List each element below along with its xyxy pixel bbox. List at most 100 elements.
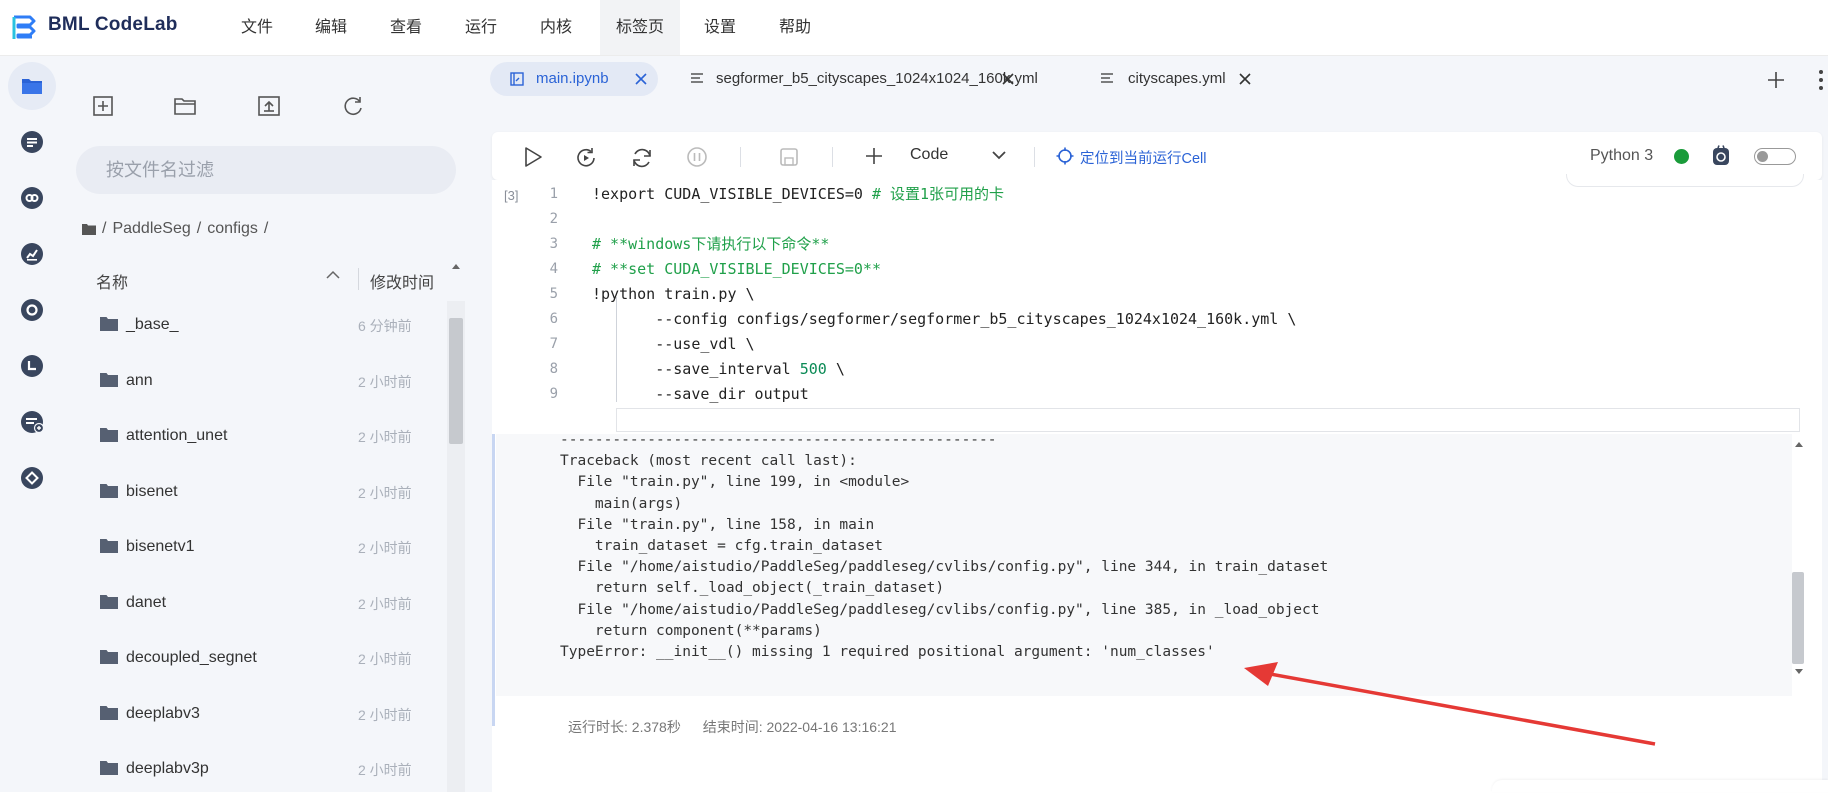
kernel-name[interactable]: Python 3 <box>1590 147 1653 165</box>
breadcrumb-configs[interactable]: configs <box>207 220 258 238</box>
list-icon <box>21 131 43 153</box>
scroll-up-icon[interactable] <box>451 262 461 270</box>
menu-item[interactable]: 编辑 <box>314 0 348 55</box>
file-modified: 2 小时前 <box>358 595 412 612</box>
add-tab-icon[interactable] <box>1766 70 1786 90</box>
tab-segformer-yml[interactable]: segformer_b5_cityscapes_1024x1024_160k.y… <box>678 62 1038 96</box>
rail-visualization[interactable] <box>8 230 56 278</box>
line-number: 7 <box>549 336 558 352</box>
folder-icon <box>100 650 118 664</box>
rail-models[interactable] <box>8 454 56 502</box>
save-icon[interactable] <box>778 146 800 168</box>
annotation-arrow <box>1244 662 1656 746</box>
chevron-down-icon[interactable] <box>992 150 1006 160</box>
file-row[interactable]: bisenetv1 2 小时前 <box>64 521 444 576</box>
debug-toggle[interactable] <box>1754 148 1796 165</box>
chevron-up-icon[interactable] <box>326 270 340 280</box>
line-number: 3 <box>549 236 558 252</box>
line-number: 5 <box>549 286 558 302</box>
restart-run-icon[interactable] <box>574 146 598 170</box>
file-row[interactable]: deeplabv3p 2 小时前 <box>64 743 444 798</box>
close-icon[interactable] <box>1238 72 1252 86</box>
toolbar-divider <box>740 147 741 167</box>
tab-cityscapes-yml[interactable]: cityscapes.yml <box>1086 62 1266 96</box>
output-scroll-thumb[interactable] <box>1792 572 1804 664</box>
rail-history[interactable] <box>8 342 56 390</box>
file-row[interactable]: attention_unet 2 小时前 <box>64 410 444 465</box>
breadcrumb-root[interactable]: / <box>102 220 106 238</box>
new-file-icon[interactable] <box>88 91 118 121</box>
notebook-toolbar: Code 定位到当前运行Cell Python 3 <box>492 132 1822 180</box>
rail-extensions[interactable] <box>8 174 56 222</box>
file-row[interactable]: decoupled_segnet 2 小时前 <box>64 632 444 687</box>
run-duration: 运行时长: 2.378秒 <box>568 719 681 735</box>
file-modified: 2 小时前 <box>358 651 412 667</box>
more-vertical-icon[interactable] <box>1818 68 1824 92</box>
rail-datasets[interactable] <box>8 398 56 446</box>
tab-bar: main.ipynb segformer_b5_cityscapes_1024x… <box>468 56 1828 101</box>
code-token: --config configs/segformer/segformer_b5_… <box>592 310 1297 328</box>
column-modified[interactable]: 修改时间 <box>370 269 434 293</box>
interrupt-icon[interactable] <box>686 146 708 168</box>
refresh-icon[interactable] <box>338 91 368 121</box>
breadcrumb-paddleseg[interactable]: PaddleSeg <box>112 220 190 238</box>
file-row[interactable]: ann 2 小时前 <box>64 355 444 410</box>
upload-icon[interactable] <box>254 91 284 121</box>
filename-filter-input[interactable] <box>76 146 456 194</box>
rail-running[interactable] <box>8 286 56 334</box>
menu-item[interactable]: 运行 <box>464 0 498 55</box>
scroll-up-icon[interactable] <box>1794 440 1804 448</box>
code-token: --save_dir output <box>592 385 809 403</box>
file-modified: 2 小时前 <box>358 762 412 778</box>
file-row[interactable]: bisenet 2 小时前 <box>64 466 444 521</box>
breadcrumb: / PaddleSeg / configs / <box>82 220 274 238</box>
menu-item[interactable]: 文件 <box>240 0 274 55</box>
file-browser-panel: / PaddleSeg / configs / 名称 修改时间 _base_ 6 … <box>64 56 468 792</box>
run-icon[interactable] <box>522 146 544 168</box>
file-name: _base_ <box>126 316 179 333</box>
menu-item[interactable]: 帮助 <box>778 0 812 55</box>
file-row[interactable]: danet 2 小时前 <box>64 577 444 632</box>
restart-kernel-icon[interactable] <box>630 146 654 170</box>
menu-item[interactable]: 标签页 <box>600 0 680 55</box>
debug-icon[interactable] <box>1710 145 1732 167</box>
end-time: 结束时间: 2022-04-16 13:16:21 <box>702 719 897 735</box>
folder-icon <box>100 372 118 387</box>
menu-item[interactable]: 查看 <box>389 0 423 55</box>
file-modified: 6 分钟前 <box>358 318 412 334</box>
file-row[interactable]: deeplabv3 2 小时前 <box>64 688 444 743</box>
folder-icon <box>100 594 118 609</box>
text-file-icon <box>691 73 703 83</box>
run-info: 运行时长: 2.378秒 结束时间: 2022-04-16 13:16:21 <box>568 717 915 737</box>
close-icon[interactable] <box>634 72 648 86</box>
locate-running-cell-button[interactable]: 定位到当前运行Cell <box>1080 147 1206 168</box>
column-name[interactable]: 名称 <box>96 269 128 293</box>
add-cell-icon[interactable] <box>864 146 884 166</box>
close-icon[interactable] <box>1001 72 1015 86</box>
tab-label: main.ipynb <box>536 70 609 87</box>
diamond-icon <box>21 467 43 489</box>
code-text: # **windows下请执行以下命令** <box>592 232 829 257</box>
menu-item[interactable]: 设置 <box>703 0 737 55</box>
rail-file-browser[interactable] <box>8 62 56 110</box>
code-comment: # **windows下请执行以下命令** <box>592 235 830 253</box>
file-list-scroll-thumb[interactable] <box>449 318 463 444</box>
code-text: !export CUDA_VISIBLE_DEVICES=0 # 设置1张可用的… <box>592 182 1004 207</box>
scroll-down-icon[interactable] <box>1794 668 1804 676</box>
output-line: File "/home/aistudio/PaddleSeg/paddleseg… <box>560 601 1320 618</box>
cell-type-select[interactable]: Code <box>910 146 948 164</box>
output-line: return component(**params) <box>560 622 822 639</box>
code-comment: # **set CUDA_VISIBLE_DEVICES=0** <box>592 260 881 278</box>
cell-collapser[interactable] <box>492 434 495 726</box>
menu-item[interactable]: 内核 <box>539 0 573 55</box>
new-folder-icon[interactable] <box>170 91 200 121</box>
folder-icon <box>100 428 118 442</box>
rail-toc[interactable] <box>8 118 56 166</box>
file-name: danet <box>126 593 167 611</box>
tab-main-ipynb[interactable]: main.ipynb <box>490 62 658 96</box>
file-row[interactable]: _base_ 6 分钟前 <box>64 299 444 354</box>
code-line: 7 --use_vdl \ <box>492 332 1792 357</box>
code-line: 4 # **set CUDA_VISIBLE_DEVICES=0** <box>492 257 1792 282</box>
folder-icon <box>100 483 118 498</box>
folder-icon <box>82 224 96 235</box>
